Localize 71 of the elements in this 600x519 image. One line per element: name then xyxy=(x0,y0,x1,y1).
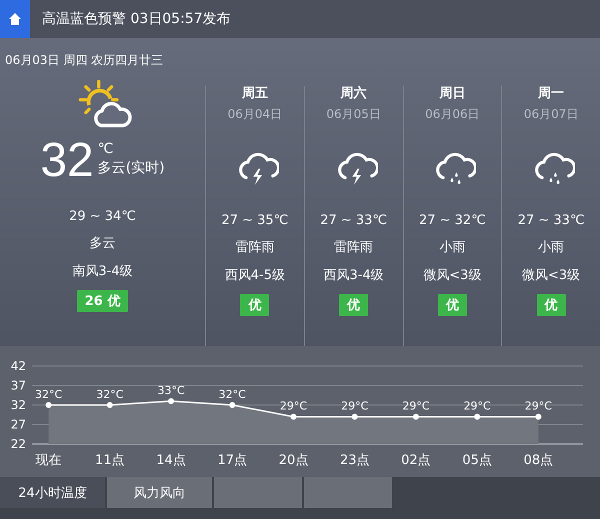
axis-tick-label: 20点 xyxy=(278,453,308,468)
temperature-range: 27 ~ 33℃ xyxy=(320,213,388,228)
air-quality-badge: 26 优 xyxy=(76,290,128,312)
weather-condition: 小雨 xyxy=(439,239,466,256)
date-text: 06月06日 xyxy=(425,106,480,123)
wind-text: 微风<3级 xyxy=(423,267,482,284)
air-quality-badge: 优 xyxy=(240,294,270,316)
wind-text: 西风4-5级 xyxy=(224,267,285,284)
axis-tick-label: 02点 xyxy=(401,453,431,468)
weekday-text: 周一 xyxy=(538,85,564,102)
date-text: 06月07日 xyxy=(524,106,578,123)
axis-tick-label: 27 xyxy=(10,418,26,432)
home-icon xyxy=(8,12,22,26)
weekday-text: 周五 xyxy=(242,85,268,102)
wind-text: 西风3-4级 xyxy=(324,267,384,284)
date-text: 06月05日 xyxy=(326,106,381,123)
axis-tick-label: 37 xyxy=(10,378,26,392)
value-label: 32°C xyxy=(96,388,124,401)
value-label: 32°C xyxy=(35,388,62,401)
weekday-text: 周六 xyxy=(340,84,367,102)
data-point xyxy=(535,414,542,420)
wind-text: 微风<3级 xyxy=(522,267,580,284)
value-label: 29°C xyxy=(341,400,368,413)
value-label: 29°C xyxy=(464,400,491,413)
axis-tick-label: 08点 xyxy=(524,453,554,468)
temperature-range: 27 ~ 32℃ xyxy=(418,213,486,228)
value-label: 29°C xyxy=(280,400,308,413)
tab[interactable]: 24小时温度 xyxy=(0,477,105,508)
weekday-text: 周日 xyxy=(439,85,466,102)
value-label: 32°C xyxy=(218,388,246,401)
date-text: 06月04日 xyxy=(228,106,282,123)
axis-tick-label: 11点 xyxy=(95,453,125,468)
weather-condition: 小雨 xyxy=(538,239,564,256)
value-label: 33°C xyxy=(157,384,185,398)
value-label: 29°C xyxy=(402,400,430,413)
temperature-range: 27 ~ 33℃ xyxy=(518,213,585,228)
temperature-unit: ℃ xyxy=(98,141,114,157)
home-button[interactable] xyxy=(0,0,30,38)
alert-text[interactable]: 高温蓝色预警 03日05:57发布 xyxy=(42,10,231,28)
empty-tab[interactable] xyxy=(214,477,302,508)
data-point xyxy=(290,414,296,420)
axis-tick-label: 17点 xyxy=(218,453,248,468)
axis-tick-label: 14点 xyxy=(156,453,186,468)
air-quality-badge: 优 xyxy=(339,294,368,316)
weather-condition: 雷阵雨 xyxy=(235,239,274,256)
data-point xyxy=(229,402,236,408)
data-point xyxy=(168,398,174,404)
axis-tick-label: 22 xyxy=(10,437,26,451)
data-point xyxy=(474,414,480,420)
weather-condition: 雷阵雨 xyxy=(334,239,374,256)
wind-text: 南风3-4级 xyxy=(72,263,133,280)
temperature-range: 29 ~ 34℃ xyxy=(69,209,136,224)
air-quality-badge: 优 xyxy=(536,294,566,316)
value-label: 29°C xyxy=(524,400,552,413)
current-condition: 多云(实时) xyxy=(98,159,165,177)
air-quality-badge: 优 xyxy=(438,294,467,316)
empty-tab[interactable] xyxy=(304,477,392,508)
tab[interactable]: 风力风向 xyxy=(107,477,212,508)
axis-tick-label: 现在 xyxy=(36,453,62,468)
axis-tick-label: 23点 xyxy=(340,453,370,468)
data-point xyxy=(352,414,358,420)
axis-tick-label: 42 xyxy=(10,359,26,373)
temperature-range: 27 ~ 35℃ xyxy=(221,213,288,228)
weather-condition: 多云 xyxy=(90,235,116,252)
data-point xyxy=(46,402,52,408)
data-point xyxy=(106,402,113,408)
axis-tick-label: 32 xyxy=(10,398,26,412)
current-temperature: 32 xyxy=(40,135,94,187)
date-text: 06月03日 周四 农历四月廿三 xyxy=(5,52,164,69)
data-point xyxy=(412,414,419,420)
axis-tick-label: 05点 xyxy=(462,453,492,468)
